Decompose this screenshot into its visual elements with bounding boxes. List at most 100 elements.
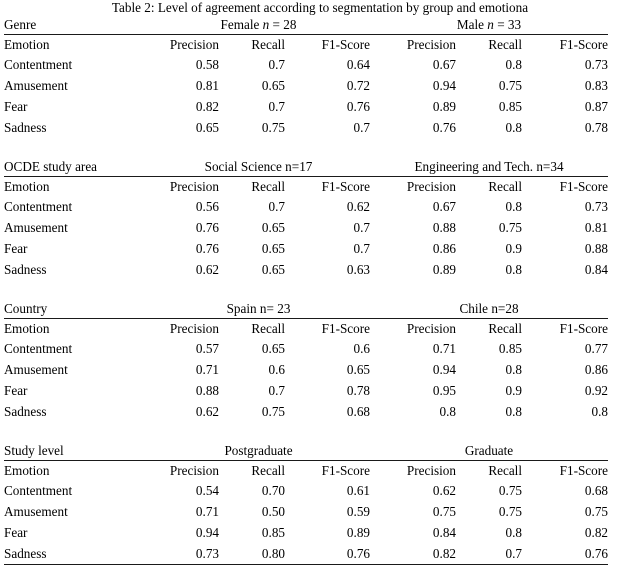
- block-gap-row: [4, 138, 608, 157]
- dimension-label: Country: [4, 301, 48, 316]
- metric-value: 0.71: [432, 341, 456, 356]
- block-gap-cell: [219, 422, 285, 441]
- block-gap-cell: [522, 422, 608, 441]
- results-table-body: Genre Female n = 28 Male n = 33 Emotion Prec…: [4, 15, 608, 565]
- metric-value: 0.94: [432, 362, 456, 377]
- metric-value: 0.75: [261, 404, 285, 419]
- column-header-2: Recall: [219, 34, 285, 54]
- table-row: Amusement 0.81 0.65 0.72 0.94 0.75 0.83: [4, 75, 608, 96]
- group-label-right: Male n = 33: [370, 15, 608, 35]
- metric-value: 0.72: [346, 78, 370, 93]
- metric-value: 0.57: [195, 341, 219, 356]
- column-header-1: Precision: [147, 460, 219, 480]
- metric-value: 0.73: [584, 199, 608, 214]
- metric-value: 0.80: [219, 543, 285, 565]
- metric-value: 0.65: [261, 341, 285, 356]
- metric-value: 0.7: [268, 383, 285, 398]
- metric-value: 0.84: [584, 262, 608, 277]
- block-gap-cell: [370, 422, 456, 441]
- metric-value: 0.88: [584, 241, 608, 256]
- metric-value: 0.75: [261, 120, 285, 135]
- group-label-right: Graduate: [464, 443, 514, 458]
- emotion-label: Contentment: [4, 57, 73, 72]
- table-row: Fear 0.76 0.65 0.7 0.86 0.9 0.88: [4, 238, 608, 259]
- column-header-emotion: Emotion: [4, 34, 147, 54]
- metric-value: 0.62: [195, 262, 219, 277]
- emotion-label: Sadness: [4, 404, 47, 419]
- emotion-label: Fear: [4, 241, 28, 256]
- metric-value: 0.65: [261, 262, 285, 277]
- metric-value: 0.7: [268, 199, 285, 214]
- column-header-1: Precision: [147, 318, 219, 338]
- metric-value: 0.8: [439, 404, 456, 419]
- column-header-5: Recall: [456, 176, 522, 196]
- block-gap-cell: [147, 422, 219, 441]
- table-figure-page: Table 2: Level of agreement according to…: [0, 0, 640, 565]
- metric-value: 0.68: [346, 404, 370, 419]
- column-header-3: F1-Score: [285, 460, 370, 480]
- metric-value: 0.73: [584, 57, 608, 72]
- metric-value: 0.62: [195, 404, 219, 419]
- table-row: Contentment 0.56 0.7 0.62 0.67 0.8 0.73: [4, 196, 608, 217]
- group-header-row: Genre Female n = 28 Male n = 33: [4, 15, 608, 35]
- metric-value: 0.64: [346, 57, 370, 72]
- metric-value: 0.87: [584, 99, 608, 114]
- block-gap-cell: [147, 280, 219, 299]
- column-header-row: Emotion Precision Recall F1-Score Precision R…: [4, 318, 608, 338]
- emotion-label: Amusement: [4, 504, 68, 519]
- metric-value: 0.65: [261, 220, 285, 235]
- metric-value: 0.85: [261, 525, 285, 540]
- column-header-6: F1-Score: [522, 34, 608, 54]
- column-header-4: Precision: [370, 176, 456, 196]
- column-header-row: Emotion Precision Recall F1-Score Precision R…: [4, 460, 608, 480]
- emotion-label: Contentment: [4, 341, 73, 356]
- column-header-4: Precision: [370, 34, 456, 54]
- metric-value: 0.88: [432, 220, 456, 235]
- table-caption: Table 2: Level of agreement according to…: [0, 0, 640, 16]
- metric-value: 0.94: [195, 525, 219, 540]
- table-row: Contentment 0.58 0.7 0.64 0.67 0.8 0.73: [4, 54, 608, 75]
- metric-value: 0.7: [353, 220, 370, 235]
- group-header-row: Country Spain n= 23 Chile n=28: [4, 299, 608, 319]
- dimension-label: OCDE study area: [4, 159, 98, 174]
- table-row: Sadness 0.65 0.75 0.7 0.76 0.8 0.78: [4, 117, 608, 138]
- column-header-emotion: Emotion: [4, 460, 147, 480]
- group-label-prefix: Male: [456, 17, 488, 32]
- column-header-5: Recall: [456, 460, 522, 480]
- metric-value: 0.67: [432, 199, 456, 214]
- block-gap-cell: [285, 138, 370, 157]
- column-header-6: F1-Score: [522, 460, 608, 480]
- emotion-label: Fear: [4, 99, 28, 114]
- column-header-emotion: Emotion: [4, 176, 147, 196]
- group-label-suffix: = 33: [493, 17, 522, 32]
- group-label-right: Chile n=28: [459, 301, 519, 316]
- column-header-5: Recall: [456, 318, 522, 338]
- block-gap-cell: [522, 280, 608, 299]
- metric-value: 0.75: [498, 483, 522, 498]
- metric-value: 0.76: [522, 543, 608, 565]
- group-label-right: Engineering and Tech. n=34: [414, 159, 564, 174]
- group-label-left: Social Science n=17: [204, 159, 313, 174]
- metric-value: 0.77: [584, 341, 608, 356]
- metric-value: 0.82: [195, 99, 219, 114]
- column-header-5: Recall: [456, 34, 522, 54]
- metric-value: 0.8: [505, 404, 522, 419]
- column-header-2: Recall: [219, 176, 285, 196]
- metric-value: 0.63: [346, 262, 370, 277]
- block-gap-cell: [456, 422, 522, 441]
- metric-value: 0.95: [432, 383, 456, 398]
- block-gap-cell: [4, 280, 147, 299]
- table-row: Amusement 0.71 0.50 0.59 0.75 0.75 0.75: [4, 501, 608, 522]
- column-header-row: Emotion Precision Recall F1-Score Precision R…: [4, 34, 608, 54]
- dimension-label: Study level: [4, 443, 64, 458]
- metric-value: 0.65: [261, 241, 285, 256]
- metric-value: 0.7: [268, 99, 285, 114]
- metric-value: 0.76: [195, 241, 219, 256]
- metric-value: 0.8: [591, 404, 608, 419]
- block-gap-cell: [285, 280, 370, 299]
- metric-value: 0.75: [584, 504, 608, 519]
- group-label-prefix: Female: [220, 17, 263, 32]
- metric-value: 0.6: [353, 341, 370, 356]
- column-header-1: Precision: [147, 176, 219, 196]
- metric-value: 0.89: [432, 262, 456, 277]
